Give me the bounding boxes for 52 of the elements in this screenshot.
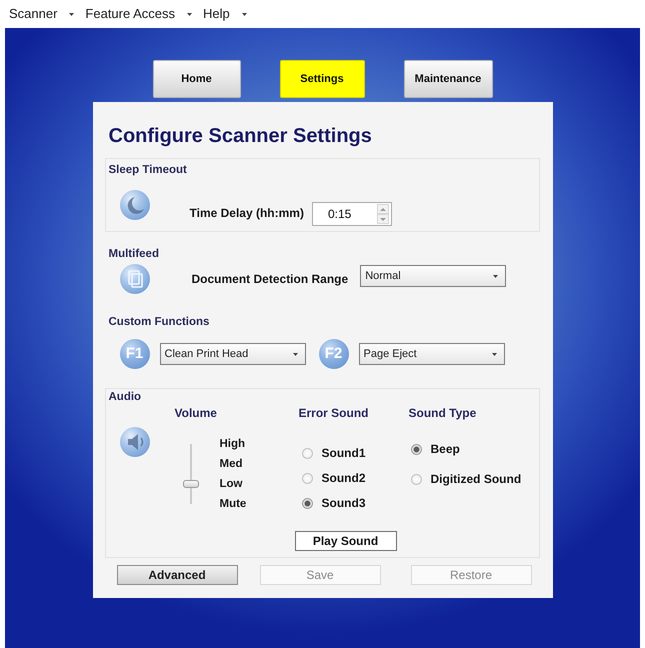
column-heading: Volume xyxy=(174,405,218,421)
function-dropdown[interactable]: Clean Print Head xyxy=(160,343,306,365)
volume-step-label: Low xyxy=(220,477,244,492)
paper-sheets-icon xyxy=(120,264,150,294)
speaker-icon xyxy=(120,427,150,457)
nav-tab[interactable]: Settings xyxy=(280,60,364,98)
nav-tab[interactable]: Maintenance xyxy=(404,60,492,98)
panel-title: Configure Scanner Settings xyxy=(108,124,373,148)
field-label: Document Detection Range xyxy=(192,271,348,287)
dropdown-caret-icon xyxy=(187,12,192,16)
detection-range-dropdown[interactable]: Normal xyxy=(360,265,506,287)
advanced-button[interactable]: Advanced xyxy=(116,565,238,585)
function-key-badge: F2 xyxy=(318,339,348,369)
function-key-badge: F1 xyxy=(120,339,150,369)
up-arrow-icon xyxy=(380,208,386,210)
dropdown-arrow-icon xyxy=(493,274,498,278)
menu-item[interactable]: Scanner xyxy=(9,4,74,24)
volume-step-label: Med xyxy=(220,457,244,472)
radio-option[interactable]: Sound1 xyxy=(302,443,408,463)
radio-option[interactable]: Sound3 xyxy=(302,493,408,513)
radio-option[interactable]: Digitized Sound xyxy=(410,469,538,489)
section-heading: Sleep Timeout xyxy=(108,163,188,178)
radio-button[interactable] xyxy=(302,498,312,508)
radio-option[interactable]: Sound2 xyxy=(302,468,408,488)
time-delay-spinner[interactable]: 0:15 xyxy=(312,202,392,226)
volume-step-label: High xyxy=(220,437,246,452)
volume-step-label: Mute xyxy=(220,497,246,512)
menu-item[interactable]: Feature Access xyxy=(85,4,192,24)
menu-item[interactable]: Help xyxy=(203,4,247,24)
radio-button[interactable] xyxy=(410,474,422,484)
nav-tab[interactable]: Home xyxy=(152,60,240,98)
dropdown-arrow-icon xyxy=(492,352,496,356)
dropdown-arrow-icon xyxy=(292,352,298,356)
spin-up-button[interactable] xyxy=(376,204,389,214)
moon-icon xyxy=(120,190,150,220)
radio-button[interactable] xyxy=(302,472,312,484)
section-heading: Audio xyxy=(108,390,142,405)
column-heading: Sound Type xyxy=(408,405,478,421)
radio-button[interactable] xyxy=(410,444,422,454)
slider-thumb[interactable] xyxy=(182,480,198,488)
section-heading: Multifeed xyxy=(108,247,160,262)
column-heading: Error Sound xyxy=(298,405,370,421)
radio-button[interactable] xyxy=(302,448,312,458)
field-label: Time Delay (hh:mm) xyxy=(190,205,304,221)
play-sound-button[interactable]: Play Sound xyxy=(294,531,396,551)
radio-option[interactable]: Beep xyxy=(410,439,538,459)
spin-down-button[interactable] xyxy=(376,214,389,224)
dropdown-caret-icon xyxy=(242,12,247,16)
dropdown-caret-icon xyxy=(69,12,74,16)
section-heading: Custom Functions xyxy=(108,315,210,330)
down-arrow-icon xyxy=(380,218,386,220)
function-dropdown[interactable]: Page Eject xyxy=(358,343,504,365)
